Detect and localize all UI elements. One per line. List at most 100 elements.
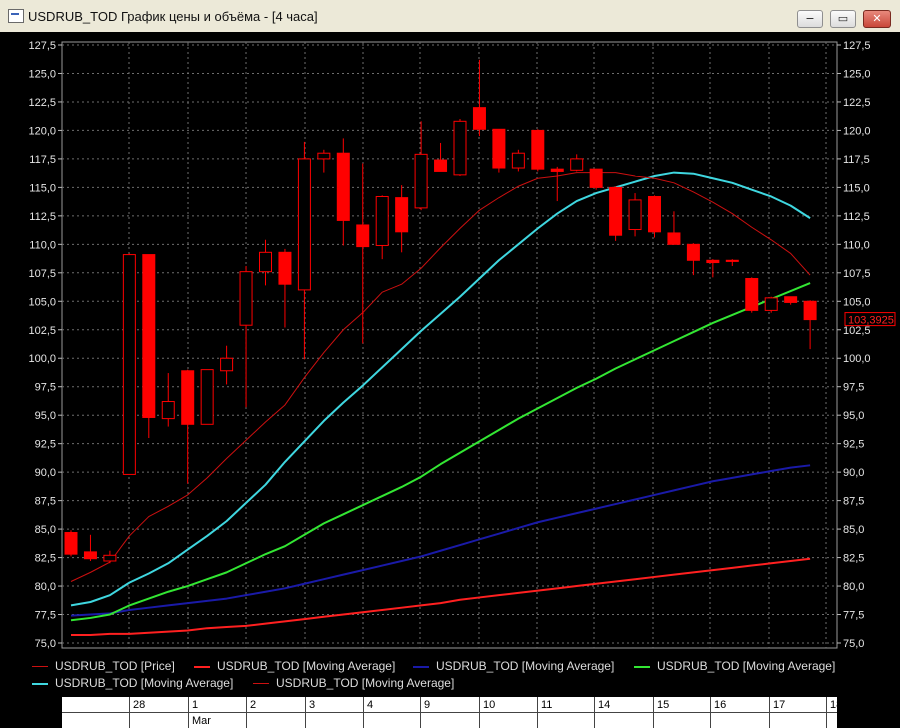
candle-bullish [628,199,642,231]
y-tick-label-left: 105,0 [28,296,56,308]
y-tick-label-right: 85,0 [843,524,864,536]
candle-bearish [278,251,292,285]
candle-bearish [667,232,681,245]
day-label: 18 [830,699,843,711]
day-label: 1 [192,699,199,711]
time-axis-separator [479,697,480,728]
legend-swatch [413,665,429,668]
chart-window: USDRUB_TOD График цены и объёма - [4 час… [0,0,900,728]
candle-bullish [297,158,311,291]
legend-item-price[interactable]: USDRUB_TOD [Price] [32,659,175,675]
y-tick-label-right: 82,5 [843,553,864,565]
time-axis[interactable]: 28 1 Mar 2 3 4 9 10 11 14 15 16 17 18 [0,697,900,728]
candle-bullish [317,152,331,160]
y-tick-label-left: 90,0 [35,467,56,479]
candle-bullish [375,195,389,246]
y-tick-label-left: 80,0 [35,581,56,593]
y-tick-label-right: 77,5 [843,610,864,622]
legend-swatch [634,665,650,668]
candle-bearish [356,224,370,248]
title-bar[interactable]: USDRUB_TOD График цены и объёма - [4 час… [0,0,900,33]
close-icon: ✕ [872,12,882,25]
time-axis-separator [594,697,595,728]
y-tick-label-left: 115,0 [29,182,56,194]
time-axis-separator [710,697,711,728]
y-tick-label-left: 87,5 [35,496,56,508]
candle-bearish [83,551,97,560]
y-tick-label-left: 127,5 [28,40,56,52]
y-tick-label-left: 112,5 [29,211,56,223]
day-label: 17 [773,699,786,711]
time-axis-separator [653,697,654,728]
y-tick-label-right: 122,5 [843,97,871,109]
y-tick-label-right: 120,0 [843,125,871,137]
close-button[interactable]: ✕ [863,10,891,28]
legend-item-ma-red[interactable]: USDRUB_TOD [Moving Average] [194,659,395,675]
y-tick-label-right: 90,0 [843,467,864,479]
legend-item-ma-darkred[interactable]: USDRUB_TOD [Moving Average] [253,676,454,692]
restore-button[interactable]: ▭ [830,10,856,28]
candle-bearish [648,195,661,233]
time-axis-separator [420,697,421,728]
candle-bullish [103,554,117,562]
legend-item-ma-navy[interactable]: USDRUB_TOD [Moving Average] [413,659,614,675]
legend-swatch [32,682,48,685]
candle-bearish [550,168,564,172]
y-tick-label-left: 100,0 [28,353,56,365]
legend-item-ma-green[interactable]: USDRUB_TOD [Moving Average] [634,659,835,675]
y-tick-label-left: 117,5 [29,154,56,166]
y-tick-label-right: 97,5 [843,382,864,394]
candle-bearish [589,168,603,188]
day-label: 11 [541,699,553,711]
minimize-button[interactable]: − [797,10,823,28]
time-axis-separator [537,697,538,728]
y-tick-label-right: 87,5 [843,496,864,508]
y-tick-label-right: 75,0 [843,638,864,650]
price-chart[interactable]: 127,5 125,0 122,5 120,0 117,5 115,0 112,5 110,0… [0,32,900,657]
y-tick-label-right: 100,0 [843,353,871,365]
legend-swatch [194,665,210,668]
candle-bearish [531,129,545,170]
y-tick-label-right: 105,0 [843,296,871,308]
y-tick-label-right: 92,5 [843,439,864,451]
legend-label: USDRUB_TOD [Moving Average] [276,676,455,690]
candle-bearish [492,128,506,169]
candle-bullish [453,120,467,176]
y-tick-label-right: 110,0 [843,239,870,251]
candle-bullish [764,297,778,311]
day-label: 28 [133,699,146,711]
window-title: USDRUB_TOD График цены и объёма - [4 час… [28,9,318,24]
candle-bearish [609,186,623,236]
time-axis-separator [129,697,130,728]
candle-bullish [161,401,175,420]
candle-bearish [142,254,156,418]
legend-item-ma-cyan[interactable]: USDRUB_TOD [Moving Average] [32,676,233,692]
day-label: 9 [424,699,431,711]
candle-bearish [745,278,759,311]
y-tick-label-left: 92,5 [35,439,56,451]
y-tick-label-right: 95,0 [843,410,864,422]
time-axis-separator [363,697,364,728]
candle-bearish [336,152,350,221]
day-label: 2 [250,699,257,711]
restore-icon: ▭ [837,12,849,25]
candle-bullish [220,357,234,372]
legend-label: USDRUB_TOD [Price] [55,659,175,673]
y-tick-label-right: 115,0 [843,182,870,194]
y-tick-label-right: 107,5 [843,268,871,280]
y-tick-label-left: 77,5 [35,610,56,622]
day-label: 3 [309,699,316,711]
y-tick-label-right: 125,0 [843,68,871,80]
candle-bearish [434,159,448,172]
time-axis-divider [62,712,837,713]
candle-bearish [706,259,720,264]
candle-bearish [784,296,798,303]
y-tick-label-right: 80,0 [843,581,864,593]
day-label: 10 [483,699,496,711]
y-tick-label-right: 117,5 [843,154,870,166]
y-tick-label-left: 125,0 [28,68,56,80]
legend-label: USDRUB_TOD [Moving Average] [217,659,396,673]
legend-label: USDRUB_TOD [Moving Average] [55,676,234,690]
y-tick-label-left: 120,0 [28,125,56,137]
candle-bullish [122,254,136,475]
